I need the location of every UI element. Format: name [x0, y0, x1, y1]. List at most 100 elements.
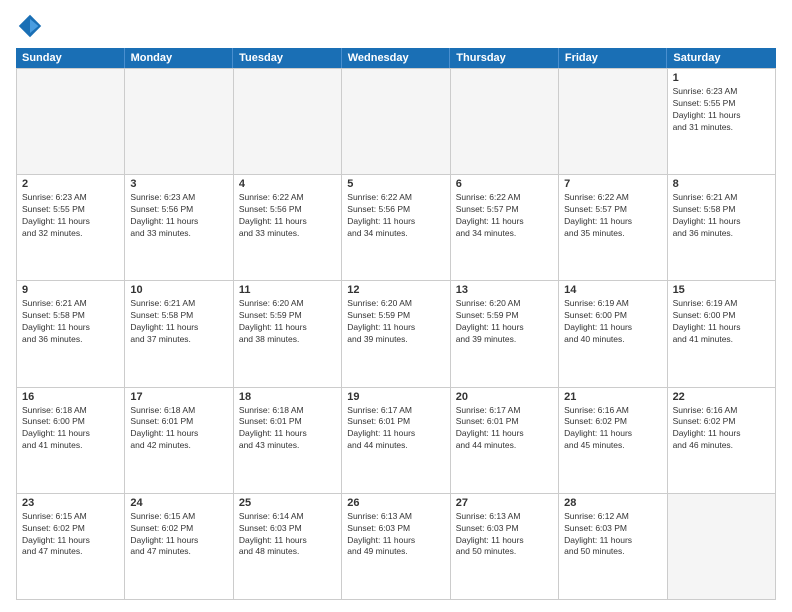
- day-number: 15: [673, 284, 770, 296]
- day-number: 7: [564, 178, 661, 190]
- day-info: Sunrise: 6:22 AM Sunset: 5:57 PM Dayligh…: [564, 192, 661, 240]
- day-number: 25: [239, 497, 336, 509]
- day-number: 27: [456, 497, 553, 509]
- day-info: Sunrise: 6:16 AM Sunset: 6:02 PM Dayligh…: [673, 405, 770, 453]
- day-info: Sunrise: 6:14 AM Sunset: 6:03 PM Dayligh…: [239, 511, 336, 559]
- day-info: Sunrise: 6:17 AM Sunset: 6:01 PM Dayligh…: [347, 405, 444, 453]
- day-info: Sunrise: 6:23 AM Sunset: 5:55 PM Dayligh…: [673, 86, 770, 134]
- day-info: Sunrise: 6:18 AM Sunset: 6:01 PM Dayligh…: [239, 405, 336, 453]
- day-info: Sunrise: 6:13 AM Sunset: 6:03 PM Dayligh…: [456, 511, 553, 559]
- page: SundayMondayTuesdayWednesdayThursdayFrid…: [0, 0, 792, 612]
- logo-icon: [16, 12, 44, 40]
- day-header-monday: Monday: [125, 48, 234, 68]
- day-info: Sunrise: 6:19 AM Sunset: 6:00 PM Dayligh…: [673, 298, 770, 346]
- day-number: 10: [130, 284, 227, 296]
- logo: [16, 12, 48, 40]
- day-number: 2: [22, 178, 119, 190]
- day-info: Sunrise: 6:22 AM Sunset: 5:56 PM Dayligh…: [347, 192, 444, 240]
- day-cell-24: 24 Sunrise: 6:15 AM Sunset: 6:02 PM Dayli…: [125, 494, 233, 600]
- day-cell-22: 22 Sunrise: 6:16 AM Sunset: 6:02 PM Dayli…: [668, 388, 776, 494]
- day-number: 3: [130, 178, 227, 190]
- day-cell-empty: [234, 69, 342, 175]
- day-info: Sunrise: 6:13 AM Sunset: 6:03 PM Dayligh…: [347, 511, 444, 559]
- day-number: 19: [347, 391, 444, 403]
- day-number: 24: [130, 497, 227, 509]
- day-info: Sunrise: 6:16 AM Sunset: 6:02 PM Dayligh…: [564, 405, 661, 453]
- day-cell-1: 1 Sunrise: 6:23 AM Sunset: 5:55 PM Daylig…: [668, 69, 776, 175]
- day-info: Sunrise: 6:21 AM Sunset: 5:58 PM Dayligh…: [22, 298, 119, 346]
- day-cell-empty: [342, 69, 450, 175]
- day-number: 5: [347, 178, 444, 190]
- day-cell-8: 8 Sunrise: 6:21 AM Sunset: 5:58 PM Daylig…: [668, 175, 776, 281]
- day-info: Sunrise: 6:17 AM Sunset: 6:01 PM Dayligh…: [456, 405, 553, 453]
- day-cell-11: 11 Sunrise: 6:20 AM Sunset: 5:59 PM Dayli…: [234, 281, 342, 387]
- header: [16, 12, 776, 40]
- day-info: Sunrise: 6:23 AM Sunset: 5:56 PM Dayligh…: [130, 192, 227, 240]
- day-cell-13: 13 Sunrise: 6:20 AM Sunset: 5:59 PM Dayli…: [451, 281, 559, 387]
- day-header-friday: Friday: [559, 48, 668, 68]
- day-info: Sunrise: 6:23 AM Sunset: 5:55 PM Dayligh…: [22, 192, 119, 240]
- day-cell-empty: [451, 69, 559, 175]
- day-cell-4: 4 Sunrise: 6:22 AM Sunset: 5:56 PM Daylig…: [234, 175, 342, 281]
- day-cell-28: 28 Sunrise: 6:12 AM Sunset: 6:03 PM Dayli…: [559, 494, 667, 600]
- day-info: Sunrise: 6:15 AM Sunset: 6:02 PM Dayligh…: [22, 511, 119, 559]
- day-info: Sunrise: 6:20 AM Sunset: 5:59 PM Dayligh…: [347, 298, 444, 346]
- day-cell-7: 7 Sunrise: 6:22 AM Sunset: 5:57 PM Daylig…: [559, 175, 667, 281]
- day-cell-19: 19 Sunrise: 6:17 AM Sunset: 6:01 PM Dayli…: [342, 388, 450, 494]
- day-number: 1: [673, 72, 770, 84]
- day-cell-20: 20 Sunrise: 6:17 AM Sunset: 6:01 PM Dayli…: [451, 388, 559, 494]
- day-header-sunday: Sunday: [16, 48, 125, 68]
- day-cell-empty: [668, 494, 776, 600]
- calendar-body: 1 Sunrise: 6:23 AM Sunset: 5:55 PM Daylig…: [16, 68, 776, 600]
- day-header-thursday: Thursday: [450, 48, 559, 68]
- day-info: Sunrise: 6:21 AM Sunset: 5:58 PM Dayligh…: [130, 298, 227, 346]
- day-info: Sunrise: 6:20 AM Sunset: 5:59 PM Dayligh…: [239, 298, 336, 346]
- day-cell-26: 26 Sunrise: 6:13 AM Sunset: 6:03 PM Dayli…: [342, 494, 450, 600]
- day-info: Sunrise: 6:21 AM Sunset: 5:58 PM Dayligh…: [673, 192, 770, 240]
- day-info: Sunrise: 6:19 AM Sunset: 6:00 PM Dayligh…: [564, 298, 661, 346]
- day-number: 23: [22, 497, 119, 509]
- calendar-header: SundayMondayTuesdayWednesdayThursdayFrid…: [16, 48, 776, 68]
- day-cell-2: 2 Sunrise: 6:23 AM Sunset: 5:55 PM Daylig…: [17, 175, 125, 281]
- day-cell-18: 18 Sunrise: 6:18 AM Sunset: 6:01 PM Dayli…: [234, 388, 342, 494]
- day-cell-23: 23 Sunrise: 6:15 AM Sunset: 6:02 PM Dayli…: [17, 494, 125, 600]
- day-number: 16: [22, 391, 119, 403]
- day-number: 18: [239, 391, 336, 403]
- calendar: SundayMondayTuesdayWednesdayThursdayFrid…: [16, 48, 776, 600]
- day-number: 11: [239, 284, 336, 296]
- day-number: 22: [673, 391, 770, 403]
- day-cell-5: 5 Sunrise: 6:22 AM Sunset: 5:56 PM Daylig…: [342, 175, 450, 281]
- day-cell-14: 14 Sunrise: 6:19 AM Sunset: 6:00 PM Dayli…: [559, 281, 667, 387]
- day-info: Sunrise: 6:12 AM Sunset: 6:03 PM Dayligh…: [564, 511, 661, 559]
- day-cell-17: 17 Sunrise: 6:18 AM Sunset: 6:01 PM Dayli…: [125, 388, 233, 494]
- day-cell-6: 6 Sunrise: 6:22 AM Sunset: 5:57 PM Daylig…: [451, 175, 559, 281]
- day-info: Sunrise: 6:15 AM Sunset: 6:02 PM Dayligh…: [130, 511, 227, 559]
- day-number: 13: [456, 284, 553, 296]
- day-info: Sunrise: 6:18 AM Sunset: 6:01 PM Dayligh…: [130, 405, 227, 453]
- day-number: 4: [239, 178, 336, 190]
- day-number: 12: [347, 284, 444, 296]
- day-cell-3: 3 Sunrise: 6:23 AM Sunset: 5:56 PM Daylig…: [125, 175, 233, 281]
- day-cell-10: 10 Sunrise: 6:21 AM Sunset: 5:58 PM Dayli…: [125, 281, 233, 387]
- day-number: 14: [564, 284, 661, 296]
- day-info: Sunrise: 6:22 AM Sunset: 5:57 PM Dayligh…: [456, 192, 553, 240]
- day-cell-25: 25 Sunrise: 6:14 AM Sunset: 6:03 PM Dayli…: [234, 494, 342, 600]
- day-cell-empty: [559, 69, 667, 175]
- day-number: 6: [456, 178, 553, 190]
- day-cell-21: 21 Sunrise: 6:16 AM Sunset: 6:02 PM Dayli…: [559, 388, 667, 494]
- day-info: Sunrise: 6:20 AM Sunset: 5:59 PM Dayligh…: [456, 298, 553, 346]
- day-cell-15: 15 Sunrise: 6:19 AM Sunset: 6:00 PM Dayli…: [668, 281, 776, 387]
- day-number: 21: [564, 391, 661, 403]
- day-number: 28: [564, 497, 661, 509]
- day-number: 8: [673, 178, 770, 190]
- day-cell-12: 12 Sunrise: 6:20 AM Sunset: 5:59 PM Dayli…: [342, 281, 450, 387]
- day-number: 20: [456, 391, 553, 403]
- day-info: Sunrise: 6:18 AM Sunset: 6:00 PM Dayligh…: [22, 405, 119, 453]
- day-number: 9: [22, 284, 119, 296]
- day-number: 17: [130, 391, 227, 403]
- day-cell-empty: [17, 69, 125, 175]
- day-header-wednesday: Wednesday: [342, 48, 451, 68]
- day-number: 26: [347, 497, 444, 509]
- day-cell-empty: [125, 69, 233, 175]
- day-info: Sunrise: 6:22 AM Sunset: 5:56 PM Dayligh…: [239, 192, 336, 240]
